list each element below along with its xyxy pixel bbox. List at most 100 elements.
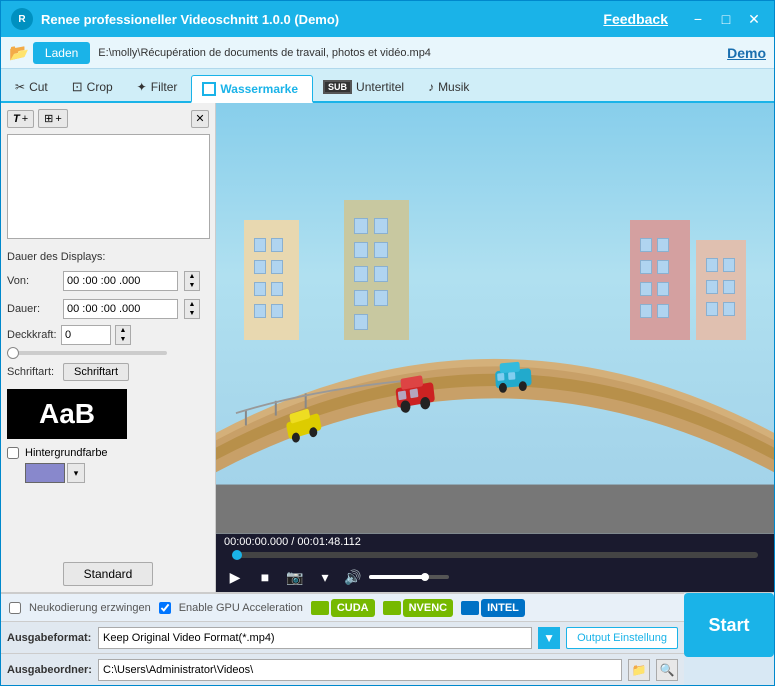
watermark-preview bbox=[7, 134, 210, 239]
play-button[interactable]: ▶ bbox=[224, 566, 246, 588]
load-icon: 📂 bbox=[9, 43, 29, 63]
filter-icon: ✦ bbox=[137, 80, 147, 94]
screenshot-button[interactable]: 📷 bbox=[284, 566, 306, 588]
deckkraft-down[interactable]: ▼ bbox=[116, 335, 130, 344]
feedback-link[interactable]: Feedback bbox=[603, 11, 668, 27]
von-up[interactable]: ▲ bbox=[185, 272, 199, 281]
ausgabeformat-label: Ausgabeformat: bbox=[7, 632, 92, 644]
gpu-acceleration-checkbox[interactable] bbox=[159, 602, 171, 614]
left-panel: T + ⊞ + ✕ Dauer des Displays: Von: bbox=[1, 103, 216, 592]
video-time: 00:00:00.000 / 00:01:48.112 bbox=[216, 534, 774, 550]
close-button[interactable]: ✕ bbox=[744, 10, 764, 28]
dauer-spinner: ▲ ▼ bbox=[184, 299, 200, 319]
display-duration-section: Dauer des Displays: bbox=[7, 249, 209, 263]
schriftart-label: Schriftart: bbox=[7, 366, 57, 378]
tab-wassermarke[interactable]: Wassermarke bbox=[191, 75, 313, 103]
slider-thumb bbox=[7, 347, 19, 359]
dropdown-icon: ▾ bbox=[321, 569, 328, 586]
progress-thumb bbox=[232, 550, 242, 560]
close-icon: ✕ bbox=[195, 112, 204, 125]
intel-badge-group: INTEL bbox=[461, 599, 525, 617]
gpu-bar: Neukodierung erzwingen Enable GPU Accele… bbox=[1, 593, 684, 621]
tab-filter[interactable]: ✦ Filter bbox=[127, 73, 192, 101]
maximize-button[interactable]: □ bbox=[716, 10, 736, 28]
output-format-bar: Ausgabeformat: ▼ Output Einstellung bbox=[1, 621, 684, 653]
von-row: Von: ▲ ▼ bbox=[7, 271, 209, 291]
musik-icon: ♪ bbox=[428, 80, 434, 94]
search-icon: 🔍 bbox=[660, 663, 675, 677]
nvenc-badge-group: NVENC bbox=[383, 599, 454, 617]
folder-path-display: C:\Users\Administrator\Videos\ bbox=[98, 659, 622, 681]
add-image-button[interactable]: ⊞ + bbox=[38, 109, 68, 128]
intel-logo bbox=[461, 601, 479, 615]
deckkraft-row: Deckkraft: ▲ ▼ bbox=[7, 325, 209, 345]
crop-icon: ⊡ bbox=[72, 79, 83, 95]
start-button[interactable]: Start bbox=[684, 593, 774, 657]
file-toolbar: 📂 Laden E:\molly\Récupération de documen… bbox=[1, 37, 774, 69]
demo-label: Demo bbox=[727, 45, 766, 61]
current-time: 00:00:00.000 bbox=[224, 536, 288, 548]
output-folder-bar: Ausgabeordner: C:\Users\Administrator\Vi… bbox=[1, 653, 684, 685]
titlebar: R Renee professioneller Videoschnitt 1.0… bbox=[1, 1, 774, 37]
tab-musik-label: Musik bbox=[438, 80, 469, 94]
dauer-label: Dauer: bbox=[7, 303, 57, 315]
image-icon: ⊞ bbox=[44, 112, 53, 125]
minimize-button[interactable]: − bbox=[688, 10, 708, 28]
wassermarke-icon bbox=[202, 82, 216, 96]
deckkraft-input[interactable] bbox=[61, 325, 111, 345]
dauer-up[interactable]: ▲ bbox=[185, 300, 199, 309]
intel-badge: INTEL bbox=[481, 599, 525, 617]
schriftart-button[interactable]: Schriftart bbox=[63, 363, 129, 381]
screenshot-dropdown[interactable]: ▾ bbox=[314, 566, 336, 588]
tab-cut[interactable]: ✂ Cut bbox=[5, 73, 62, 101]
progress-area bbox=[216, 550, 774, 562]
remove-watermark-button[interactable]: ✕ bbox=[191, 110, 209, 128]
video-controls: ▶ ■ 📷 ▾ 🔊 bbox=[216, 562, 774, 592]
tab-untertitel[interactable]: SUB Untertitel bbox=[313, 73, 418, 101]
deckkraft-up[interactable]: ▲ bbox=[116, 326, 130, 335]
video-panel: 00:00:00.000 / 00:01:48.112 ▶ ■ 📷 bbox=[216, 103, 774, 592]
text-icon: T bbox=[13, 113, 20, 125]
tab-untertitel-label: Untertitel bbox=[356, 80, 404, 94]
folder-browse-button[interactable]: 📁 bbox=[628, 659, 650, 681]
color-swatch[interactable] bbox=[25, 463, 65, 483]
add-text-button[interactable]: T + bbox=[7, 110, 34, 128]
opacity-slider[interactable] bbox=[7, 351, 167, 355]
deckkraft-spinner: ▲ ▼ bbox=[115, 325, 131, 345]
bridge-svg bbox=[216, 189, 774, 534]
tab-cut-label: Cut bbox=[29, 80, 48, 94]
nvenc-badge: NVENC bbox=[403, 599, 454, 617]
dauer-input[interactable] bbox=[63, 299, 178, 319]
neukodierung-checkbox[interactable] bbox=[9, 602, 21, 614]
app-window: R Renee professioneller Videoschnitt 1.0… bbox=[0, 0, 775, 686]
bg-color-checkbox[interactable] bbox=[7, 447, 19, 459]
tab-crop[interactable]: ⊡ Crop bbox=[62, 73, 127, 101]
tab-filter-label: Filter bbox=[151, 80, 178, 94]
format-dropdown-button[interactable]: ▼ bbox=[538, 627, 560, 649]
von-input[interactable] bbox=[63, 271, 178, 291]
bottom-left: Neukodierung erzwingen Enable GPU Accele… bbox=[1, 593, 684, 685]
standard-button[interactable]: Standard bbox=[63, 562, 154, 586]
dauer-row: Dauer: ▲ ▼ bbox=[7, 299, 209, 319]
file-path: E:\molly\Récupération de documents de tr… bbox=[98, 47, 719, 59]
von-down[interactable]: ▼ bbox=[185, 281, 199, 290]
output-settings-button[interactable]: Output Einstellung bbox=[566, 627, 678, 649]
load-button[interactable]: Laden bbox=[33, 42, 90, 64]
add-text-label: + bbox=[22, 113, 28, 125]
color-dropdown-button[interactable]: ▾ bbox=[67, 463, 85, 483]
font-preview: AaB bbox=[7, 389, 127, 439]
stop-button[interactable]: ■ bbox=[254, 566, 276, 588]
progress-bar[interactable] bbox=[232, 552, 758, 558]
tab-musik[interactable]: ♪ Musik bbox=[418, 73, 483, 101]
von-spinner: ▲ ▼ bbox=[184, 271, 200, 291]
app-logo: R bbox=[11, 8, 33, 30]
cut-icon: ✂ bbox=[15, 80, 25, 94]
ausgabeordner-label: Ausgabeordner: bbox=[7, 664, 92, 676]
folder-search-button[interactable]: 🔍 bbox=[656, 659, 678, 681]
deckkraft-label: Deckkraft: bbox=[7, 329, 57, 341]
volume-slider[interactable] bbox=[369, 575, 449, 579]
folder-path-text: C:\Users\Administrator\Videos\ bbox=[103, 664, 253, 676]
video-area bbox=[216, 103, 774, 534]
format-input[interactable] bbox=[98, 627, 532, 649]
dauer-down[interactable]: ▼ bbox=[185, 309, 199, 318]
